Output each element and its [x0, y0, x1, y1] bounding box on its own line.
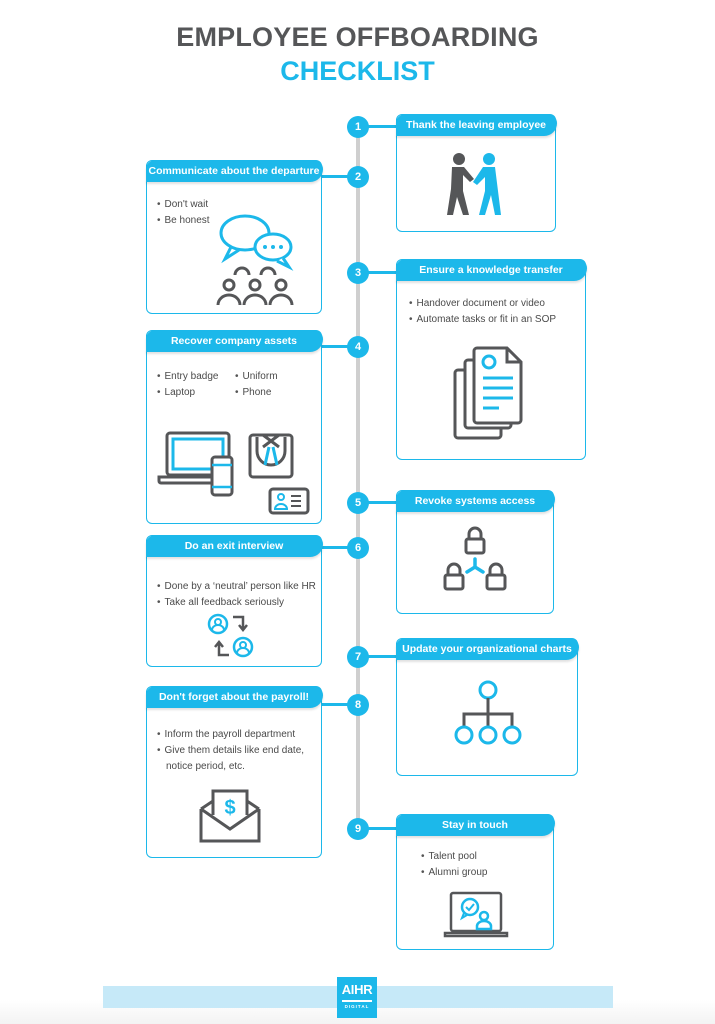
- bullet-item: Entry badge: [157, 369, 219, 385]
- step-node-7: 7: [347, 646, 369, 668]
- timeline-line: [356, 126, 360, 836]
- step-node-6: 6: [347, 537, 369, 559]
- title-line-2: CHECKLIST: [280, 56, 435, 86]
- bullet-item: Phone: [235, 385, 278, 401]
- step-title-2: Communicate about the departure: [145, 159, 323, 182]
- step-card-6: Do an exit interview Done by a ‘neutral’…: [145, 534, 323, 667]
- bullet-item-continuation: notice period, etc.: [166, 761, 245, 772]
- bullet-item: Inform the payroll department: [157, 727, 304, 743]
- org-chart-icon: [454, 680, 522, 745]
- bullet-item: Uniform: [235, 369, 278, 385]
- step-title-6: Do an exit interview: [145, 534, 323, 557]
- step-card-1: Thank the leaving employee: [395, 113, 557, 232]
- logo-sub-text: DIGITAL: [344, 1003, 370, 1009]
- step-bullets-9: Talent pool Alumni group: [421, 849, 488, 881]
- locks-network-icon: [443, 526, 507, 591]
- step-title-9: Stay in touch: [395, 813, 555, 836]
- step-node-5: 5: [347, 492, 369, 514]
- step-node-4: 4: [347, 336, 369, 358]
- step-bullets-4b: Uniform Phone: [235, 369, 278, 401]
- step-title-4: Recover company assets: [145, 329, 323, 352]
- step-title-8: Don't forget about the payroll!: [145, 685, 323, 708]
- step-title-7: Update your organizational charts: [395, 637, 579, 660]
- bullet-item: Give them details like end date,: [157, 743, 305, 759]
- documents-icon: [453, 346, 523, 440]
- step-card-9: Stay in touch Talent pool Alumni group: [395, 813, 555, 950]
- step-bullets-8: Inform the payroll department Give them …: [157, 727, 305, 775]
- step-card-2: Communicate about the departure Don't wa…: [145, 159, 323, 314]
- step-node-8: 8: [347, 694, 369, 716]
- interview-exchange-icon: [207, 613, 254, 658]
- bullet-item: Handover document or video: [409, 296, 556, 312]
- handshake-icon: [447, 153, 501, 215]
- step-card-7: Update your organizational charts: [395, 637, 579, 776]
- logo-main-text: AIHR: [341, 982, 373, 997]
- step-bullets-4a: Entry badge Laptop: [157, 369, 219, 401]
- step-card-3: Ensure a knowledge transfer Handover doc…: [395, 258, 587, 460]
- step-bullets-6: Done by a ‘neutral’ person like HR Take …: [157, 579, 316, 611]
- bullet-item: Take all feedback seriously: [157, 595, 316, 611]
- payroll-envelope-icon: $: [199, 789, 261, 843]
- logo-divider: [342, 1000, 372, 1002]
- svg-text:$: $: [224, 797, 235, 819]
- step-card-8: Don't forget about the payroll! Inform t…: [145, 685, 323, 858]
- step-title-1: Thank the leaving employee: [395, 113, 557, 136]
- bullet-item: Done by a ‘neutral’ person like HR: [157, 579, 316, 595]
- step-node-3: 3: [347, 262, 369, 284]
- title-line-1: EMPLOYEE OFFBOARDING: [176, 22, 539, 52]
- bullet-item: Don't wait: [157, 197, 210, 213]
- bullet-item: Automate tasks or fit in an SOP: [409, 312, 557, 328]
- bullet-item: Alumni group: [421, 865, 488, 881]
- step-bullets-3: Handover document or video Automate task…: [409, 296, 557, 328]
- step-card-5: Revoke systems access: [395, 489, 555, 614]
- aihr-logo: AIHR DIGITAL: [337, 977, 377, 1018]
- bullet-item: Laptop: [157, 385, 218, 401]
- assets-icon: [157, 431, 310, 515]
- step-node-1: 1: [347, 116, 369, 138]
- bullet-item: Be honest: [157, 213, 210, 229]
- step-bullets-2: Don't wait Be honest: [157, 197, 210, 229]
- group-conversation-icon: [216, 214, 294, 306]
- step-title-5: Revoke systems access: [395, 489, 555, 512]
- step-node-2: 2: [347, 166, 369, 188]
- bullet-item: Talent pool: [421, 849, 487, 865]
- laptop-chat-icon: [443, 891, 509, 938]
- step-title-3: Ensure a knowledge transfer: [395, 258, 587, 281]
- step-card-4: Recover company assets Entry badge Lapto…: [145, 329, 323, 524]
- step-node-9: 9: [347, 818, 369, 840]
